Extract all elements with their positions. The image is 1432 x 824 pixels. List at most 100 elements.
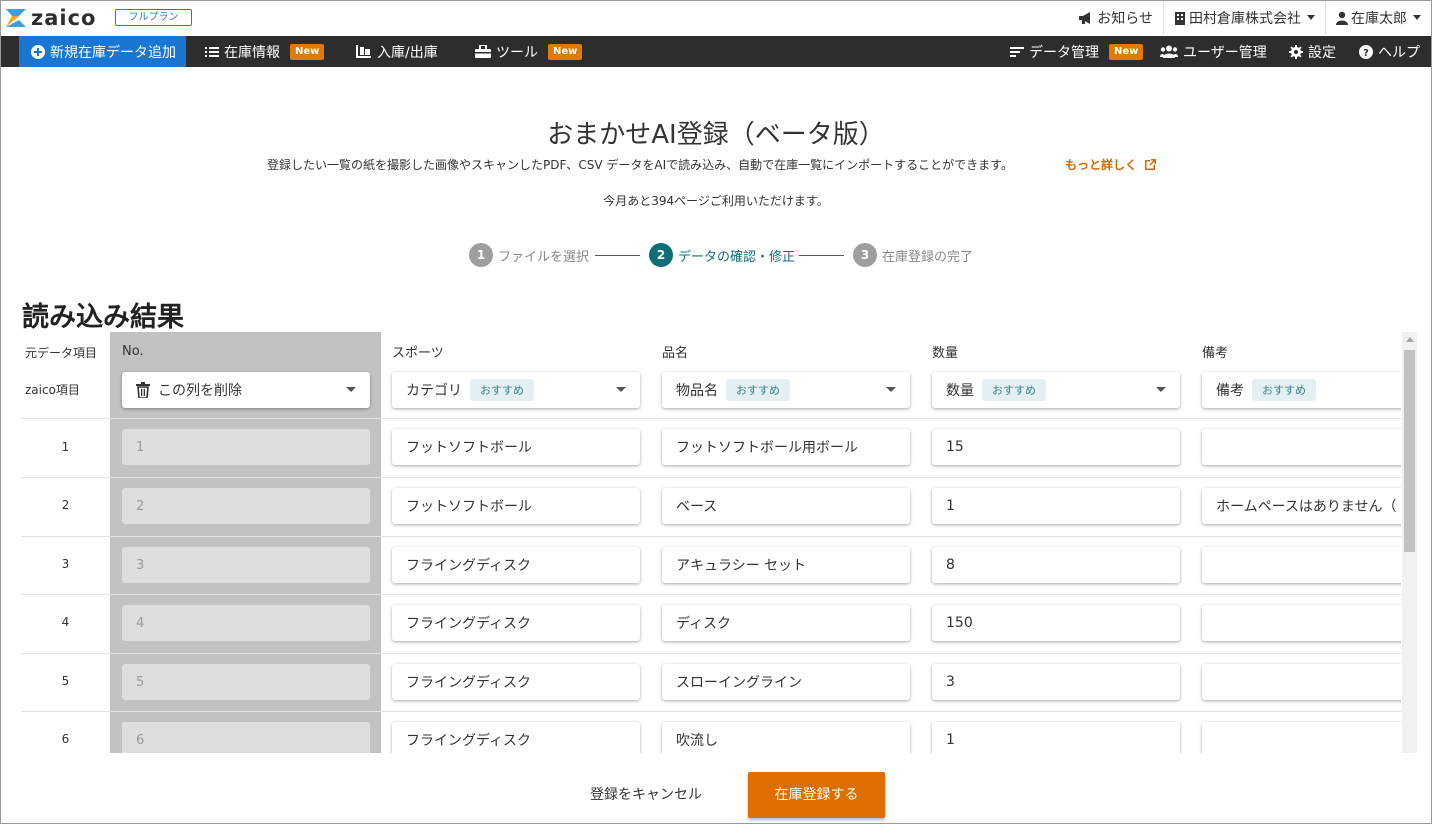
table-cell-input[interactable]: フットソフトボール用ボール bbox=[662, 429, 910, 465]
row-number: 4 bbox=[61, 615, 70, 629]
remaining-pages-text: 今月あと394ページご利用いただけます。 bbox=[603, 194, 829, 208]
column-mapping-select[interactable]: 備考 おすすめ bbox=[1202, 372, 1401, 408]
table-cell-disabled: 4 bbox=[122, 605, 370, 641]
plus-circle-icon bbox=[31, 44, 45, 59]
nav-tools-label: ツール bbox=[496, 44, 538, 61]
scroll-up-icon[interactable] bbox=[1406, 337, 1414, 342]
nav-inout-label: 入庫/出庫 bbox=[377, 44, 438, 61]
table-cell-disabled: 5 bbox=[122, 664, 370, 700]
table-cell-input[interactable] bbox=[1202, 722, 1401, 753]
column-mapping-select[interactable]: カテゴリ おすすめ bbox=[392, 372, 640, 408]
company-menu[interactable]: 田村倉庫株式会社 bbox=[1163, 1, 1325, 34]
new-badge: New bbox=[1109, 43, 1144, 60]
column-mapping-select[interactable]: この列を削除 bbox=[122, 372, 370, 408]
recommended-chip: おすすめ bbox=[470, 379, 534, 401]
nav-data-management-label: データ管理 bbox=[1029, 44, 1099, 61]
table-cell-input[interactable]: アキュラシー セット bbox=[662, 547, 910, 583]
column-source-name: 品名 bbox=[662, 346, 689, 361]
notice-menu[interactable]: お知らせ bbox=[1068, 1, 1163, 34]
nav-data-management[interactable]: データ管理 New bbox=[1010, 36, 1144, 67]
table-cell-input[interactable]: フットソフトボール bbox=[392, 488, 640, 524]
table-cell-input[interactable]: フライングディスク bbox=[392, 605, 640, 641]
svg-text:?: ? bbox=[1363, 48, 1369, 59]
zaico-field-label: zaico項目 bbox=[25, 383, 80, 397]
more-details-link[interactable]: もっと詳しく bbox=[1065, 156, 1157, 173]
section-title: 読み込み結果 bbox=[22, 302, 184, 333]
step-connector bbox=[799, 255, 844, 256]
nav-user-management-label: ユーザー管理 bbox=[1183, 44, 1267, 61]
table-cell-input[interactable]: フライングディスク bbox=[392, 664, 640, 700]
top-bar: zaico フルプラン お知らせ 田村倉庫株式会社 在庫太郎 bbox=[1, 1, 1431, 36]
logo-text: zaico bbox=[31, 6, 97, 30]
nav-tools[interactable]: ツール New bbox=[475, 36, 583, 67]
external-link-icon bbox=[1145, 159, 1157, 170]
table-cell-disabled: 2 bbox=[122, 488, 370, 524]
row-number: 3 bbox=[61, 557, 70, 571]
chevron-down-icon bbox=[886, 387, 896, 392]
nav-help[interactable]: ? ヘルプ bbox=[1359, 36, 1420, 67]
column-mapping-select[interactable]: 物品名 おすすめ bbox=[662, 372, 910, 408]
row-divider bbox=[21, 594, 1401, 595]
table-cell-input[interactable]: ディスク bbox=[662, 605, 910, 641]
nav-settings[interactable]: 設定 bbox=[1289, 36, 1336, 67]
company-label: 田村倉庫株式会社 bbox=[1189, 10, 1301, 27]
page-description: 登録したい一覧の紙を撮影した画像やスキャンしたPDF、CSV データをAIで読み… bbox=[267, 158, 1013, 172]
gear-icon bbox=[1289, 44, 1303, 59]
nav-inventory-label: 在庫情報 bbox=[224, 44, 280, 61]
chevron-down-icon bbox=[1156, 387, 1166, 392]
column-mapping-select[interactable]: 数量 おすすめ bbox=[932, 372, 1180, 408]
table-cell-disabled: 6 bbox=[122, 722, 370, 753]
step-label: 在庫登録の完了 bbox=[882, 249, 974, 265]
table-cell-input[interactable]: フットソフトボール bbox=[392, 429, 640, 465]
recommended-chip: おすすめ bbox=[1252, 379, 1316, 401]
table-cell-input[interactable]: 8 bbox=[932, 547, 1180, 583]
table-cell-input[interactable] bbox=[1202, 605, 1401, 641]
table-cell-input[interactable]: 1 bbox=[932, 488, 1180, 524]
table-cell-input[interactable]: スローイングライン bbox=[662, 664, 910, 700]
table-cell-input[interactable]: フライングディスク bbox=[392, 547, 640, 583]
nav-help-label: ヘルプ bbox=[1378, 44, 1420, 61]
nav-inventory[interactable]: 在庫情報 New bbox=[205, 36, 325, 67]
column-mapping-value: カテゴリ bbox=[406, 383, 462, 399]
table-cell-input[interactable]: ベース bbox=[662, 488, 910, 524]
megaphone-icon bbox=[1078, 11, 1094, 25]
column-source-name: No. bbox=[122, 344, 144, 359]
table-cell-input[interactable]: 1 bbox=[932, 722, 1180, 753]
register-inventory-button[interactable]: 在庫登録する bbox=[748, 772, 885, 818]
page-title: おまかせAI登録（ベータ版） bbox=[547, 120, 885, 150]
table-cell-input[interactable]: フライングディスク bbox=[392, 722, 640, 753]
user-menu[interactable]: 在庫太郎 bbox=[1325, 1, 1431, 34]
table-cell-input[interactable] bbox=[1202, 547, 1401, 583]
row-divider bbox=[21, 418, 1401, 419]
table-cell-input[interactable]: 吹流し bbox=[662, 722, 910, 753]
nav-add-inventory-button[interactable]: 新規在庫データ追加 bbox=[19, 36, 186, 67]
table-cell-input[interactable] bbox=[1202, 664, 1401, 700]
more-details-label: もっと詳しく bbox=[1065, 158, 1138, 172]
recommended-chip: おすすめ bbox=[726, 379, 790, 401]
table-cell-input[interactable]: 15 bbox=[932, 429, 1180, 465]
building-icon bbox=[1174, 11, 1186, 25]
chevron-down-icon bbox=[616, 387, 626, 392]
step-label: データの確認・修正 bbox=[678, 249, 796, 265]
column-mapping-value: 数量 bbox=[946, 383, 974, 399]
nav-user-management[interactable]: ユーザー管理 bbox=[1160, 36, 1267, 67]
row-number: 1 bbox=[61, 440, 70, 454]
step-number: 1 bbox=[469, 243, 493, 267]
step-complete: 3 在庫登録の完了 bbox=[853, 243, 973, 267]
app-window: zaico フルプラン お知らせ 田村倉庫株式会社 在庫太郎 新規在庫データ追加… bbox=[0, 0, 1432, 824]
row-divider bbox=[21, 477, 1401, 478]
user-icon bbox=[1336, 11, 1348, 25]
table-cell-input[interactable]: ホームペースはありません（ bbox=[1202, 488, 1401, 524]
table-cell-disabled: 1 bbox=[122, 429, 370, 465]
table-cell-input[interactable]: 150 bbox=[932, 605, 1180, 641]
table-cell-input[interactable]: 3 bbox=[932, 664, 1180, 700]
nav-inout[interactable]: 入庫/出庫 bbox=[356, 36, 438, 67]
cancel-button[interactable]: 登録をキャンセル bbox=[573, 779, 719, 811]
column-source-name: スポーツ bbox=[392, 346, 444, 361]
logo[interactable]: zaico bbox=[5, 5, 96, 31]
scrollbar-thumb[interactable] bbox=[1404, 350, 1415, 552]
column-mapping-value: この列を削除 bbox=[158, 383, 242, 399]
column-mapping-value: 備考 bbox=[1216, 383, 1244, 399]
main-nav: 新規在庫データ追加 在庫情報 New 入庫/出庫 ツール New データ管理 N… bbox=[1, 36, 1431, 67]
table-cell-input[interactable] bbox=[1202, 429, 1401, 465]
